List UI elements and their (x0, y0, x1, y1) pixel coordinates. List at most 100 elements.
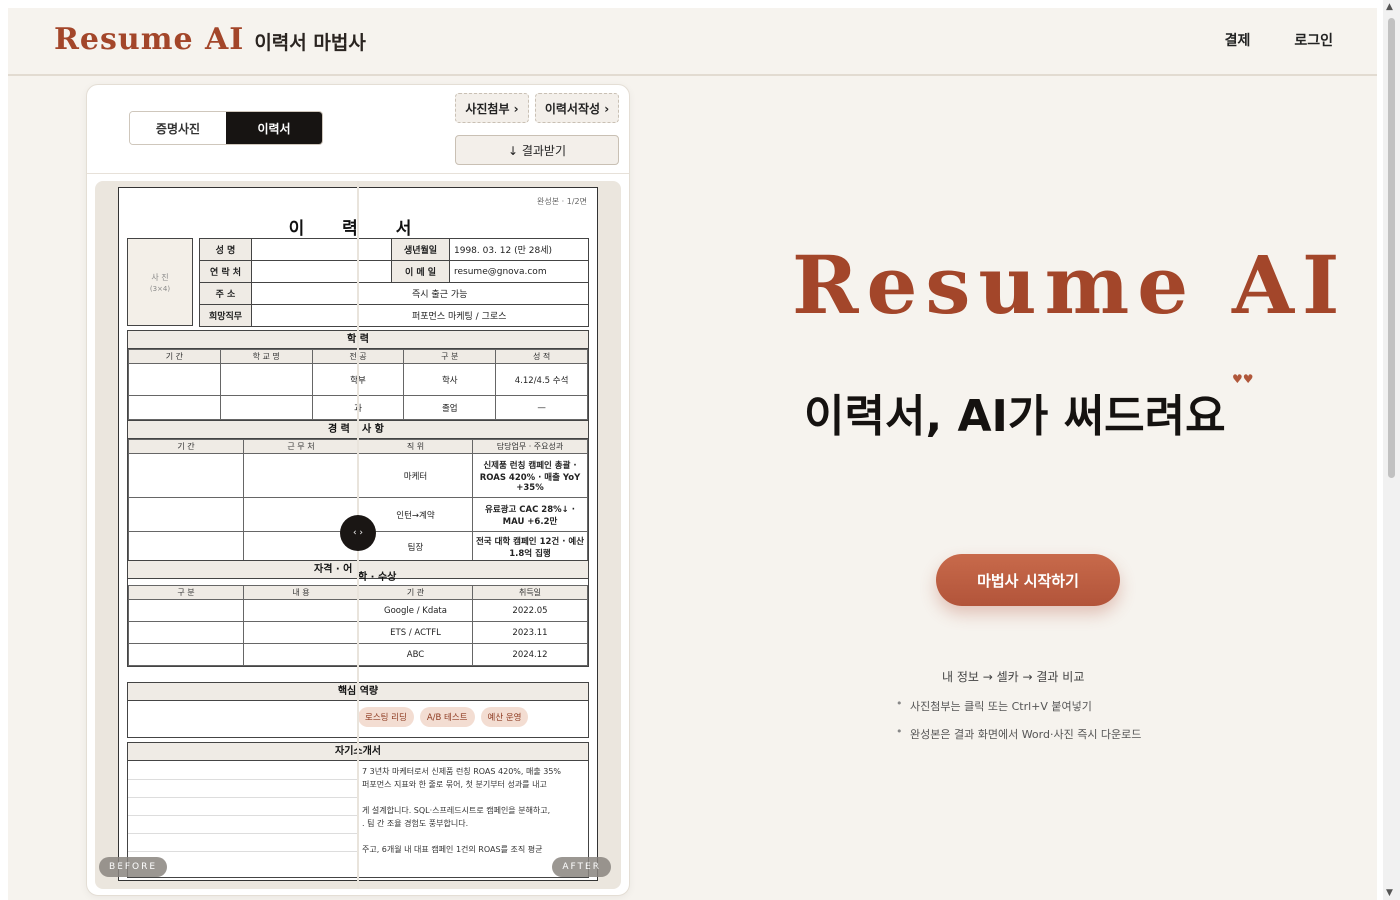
cell: 2022.05 (472, 599, 588, 622)
download-result-button[interactable]: ↓ 결과받기 (455, 135, 619, 165)
job-value: 퍼포먼스 마케팅 / 그로스 (251, 304, 589, 327)
intro-line: 7 3년차 마케터로서 신제품 런칭 ROAS 420%, 매출 35% (362, 767, 562, 776)
col-period: 기 간 (128, 349, 221, 364)
personal-info-table: 성 명 생년월일 1998. 03. 12 (만 28세) 연 락 처 이 메 … (199, 238, 589, 327)
cell (243, 643, 359, 666)
col-duties: 담당업무 · 주요성과 (472, 439, 588, 454)
job-label: 희망직무 (199, 304, 252, 327)
ruled-line (128, 833, 358, 834)
cell (128, 531, 244, 562)
cell: 신제품 런칭 캠페인 총괄 · ROAS 420% · 매출 YoY +35% (472, 453, 588, 498)
compare-handle[interactable]: ‹ › (340, 515, 376, 551)
cell: 인턴→계약 (358, 497, 473, 532)
birth-label: 생년월일 (391, 238, 450, 261)
nav-payment[interactable]: 결제 (1225, 30, 1251, 50)
col-degree: 구 분 (403, 349, 497, 364)
license-head-left: 자격 · 어 (314, 564, 353, 575)
ruled-line (128, 851, 358, 852)
intro-line: 주고, 6개월 내 대표 캠페인 1건의 ROAS를 조직 평균 (362, 845, 543, 854)
ruled-line (128, 815, 358, 816)
cell: 4.12/4.5 수석 (495, 363, 588, 396)
col-content: 내 용 (243, 585, 359, 600)
cell (243, 621, 359, 644)
cell: 2023.11 (472, 621, 588, 644)
start-wizard-button[interactable]: 마법사 시작하기 (936, 554, 1120, 606)
intro-line (362, 791, 582, 804)
preview-card: 증명사진 이력서 사진첨부 › 이력서작성 › ↓ 결과받기 완성본 · 1/2… (86, 84, 630, 896)
career-head-right: 사 항 (362, 424, 384, 435)
cell: ETS / ACTFL (358, 621, 473, 644)
compare-viewer[interactable]: 완성본 · 1/2면 이 력 서 사 진 (3×4) 성 명 생년월일 1998… (95, 181, 621, 889)
col-position: 직 위 (358, 439, 473, 454)
cell (219, 395, 313, 420)
name-label: 성 명 (199, 238, 252, 261)
scroll-up-icon[interactable]: ▲ (1386, 2, 1393, 12)
after-label: AFTER (552, 857, 611, 877)
cell: — (495, 395, 588, 420)
hero-subtitle: 이력서, AI가 써드려요 (804, 391, 1226, 442)
brand-subtitle: 이력서 마법사 (254, 32, 366, 54)
app-window: Resume AI 이력서 마법사 결제 로그인 증명사진 이력서 사진첨부 ›… (8, 8, 1377, 900)
cell: 유료광고 CAC 28%↓ · MAU +6.2만 (472, 497, 588, 532)
tip-item: 사진첨부는 클릭 또는 Ctrl+V 붙여넣기 (896, 697, 1141, 714)
photo-label: 사 진 (151, 272, 169, 282)
cell (128, 497, 244, 532)
name-value (251, 238, 392, 261)
skill-chip: A/B 테스트 (419, 707, 475, 727)
tip-item: 완성본은 결과 화면에서 Word·사진 즉시 다운로드 (896, 725, 1141, 742)
intro-line (362, 830, 582, 843)
col-grade: 성 적 (495, 349, 588, 364)
nav-login[interactable]: 로그인 (1294, 30, 1333, 50)
license-head-right: 학 · 수상 (358, 572, 397, 583)
ruled-line (128, 797, 358, 798)
step-resume-button[interactable]: 이력서작성 › (535, 93, 619, 123)
intro-line: . 팀 간 조율 경험도 풍부합니다. (362, 819, 469, 828)
photo-placeholder: 사 진 (3×4) (127, 238, 193, 326)
tab-id-photo[interactable]: 증명사진 (130, 112, 226, 144)
cell (128, 621, 244, 644)
tips-list: 사진첨부는 클릭 또는 Ctrl+V 붙여넣기 완성본은 결과 화면에서 Wor… (896, 697, 1141, 754)
cell (128, 363, 221, 396)
birth-value: 1998. 03. 12 (만 28세) (449, 238, 589, 261)
cell: Google / Kdata (358, 599, 473, 622)
skill-chip: 예산 운영 (480, 707, 529, 727)
cell: 2024.12 (472, 643, 588, 666)
cell: 학사 (403, 363, 497, 396)
intro-line: 퍼포먼스 지표와 한 줄로 묶어, 첫 분기부터 성과를 내고 (362, 780, 547, 789)
divider (87, 173, 629, 174)
contact-label: 연 락 처 (199, 260, 252, 283)
contact-value (251, 260, 392, 283)
heart-icon: ♥♥ (1232, 372, 1254, 386)
view-toggle: 증명사진 이력서 (129, 111, 323, 145)
hero-title: Resume AI (792, 238, 1348, 332)
brand-name: Resume AI (54, 22, 245, 57)
col-type: 구 분 (128, 585, 244, 600)
page-info: 완성본 · 1/2면 (537, 197, 587, 206)
skill-chip: 로스팅 리딩 (358, 707, 414, 727)
cell: 졸업 (403, 395, 497, 420)
cell (219, 363, 313, 396)
col-period: 기 간 (128, 439, 244, 454)
header: Resume AI 이력서 마법사 결제 로그인 (8, 8, 1377, 76)
cell (128, 453, 244, 498)
col-issuer: 기 관 (358, 585, 473, 600)
tab-resume[interactable]: 이력서 (226, 112, 322, 144)
step-photo-button[interactable]: 사진첨부 › (455, 93, 529, 123)
address-label: 주 소 (199, 282, 252, 305)
scroll-down-icon[interactable]: ▼ (1386, 888, 1393, 898)
career-head-left: 경 력 (328, 424, 350, 435)
photo-size: (3×4) (149, 284, 171, 293)
page-scrollbar[interactable]: ▲ ▼ (1383, 0, 1400, 900)
brand-logo[interactable]: Resume AI 이력서 마법사 (54, 22, 366, 57)
email-value: resume@gnova.com (449, 260, 589, 283)
before-label: BEFORE (99, 857, 168, 877)
email-label: 이 메 일 (391, 260, 450, 283)
col-date: 취득일 (472, 585, 588, 600)
cell: 마케터 (358, 453, 473, 498)
ruled-line (128, 779, 358, 780)
cell: 전국 대학 캠페인 12건 · 예산 1.8억 집행 (472, 531, 588, 562)
scroll-thumb[interactable] (1388, 18, 1395, 478)
flow-steps: 내 정보 → 셀카 → 결과 비교 (942, 670, 1085, 684)
cell (243, 453, 359, 498)
cell (243, 599, 359, 622)
